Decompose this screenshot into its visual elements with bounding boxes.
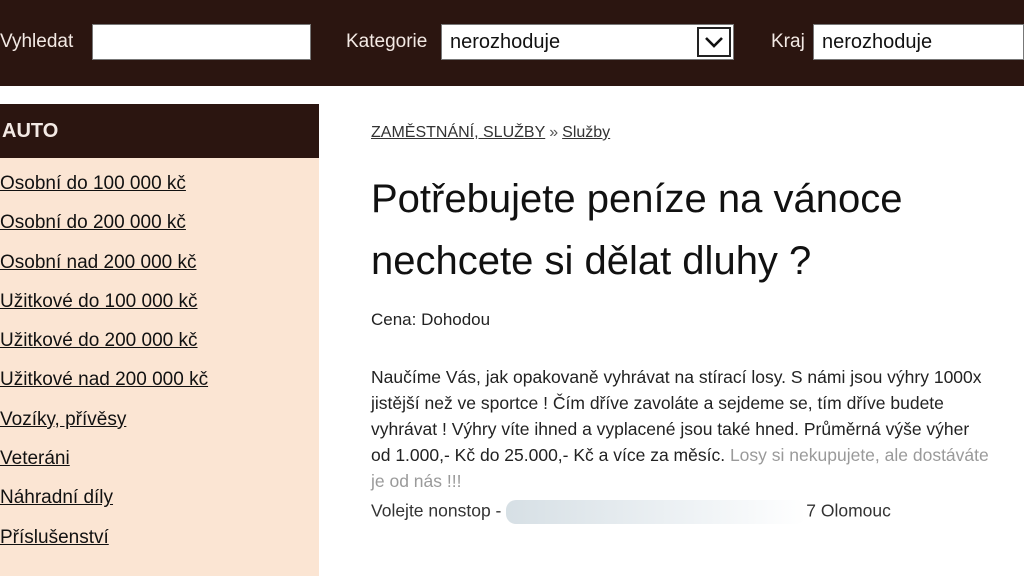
kraj-label: Kraj [771, 31, 805, 52]
kategorie-select[interactable]: nerozhoduje [441, 24, 734, 60]
kategorie-label: Kategorie [346, 31, 428, 52]
vyhledat-label: Vyhledat [0, 31, 74, 52]
sidebar-list: Osobní do 100 000 kč Osobní do 200 000 k… [0, 158, 319, 557]
ad-description: Naučíme Vás, jak opakovaně vyhrávat na s… [371, 364, 991, 494]
breadcrumb-parent-link[interactable]: ZAMĚSTNÁNÍ, SLUŽBY [371, 124, 545, 141]
vyhledat-input[interactable] [92, 24, 311, 60]
sidebar-heading: AUTO [0, 104, 319, 158]
sidebar-item-uzitkove-100[interactable]: Užitkové do 100 000 kč [0, 282, 319, 321]
sidebar-item-nahradni-dily[interactable]: Náhradní díly [0, 478, 319, 517]
sidebar-item-osobni-200[interactable]: Osobní do 200 000 kč [0, 203, 319, 242]
kraj-input[interactable] [813, 24, 1024, 60]
sidebar-item-uzitkove-nad-200[interactable]: Užitkové nad 200 000 kč [0, 360, 319, 399]
sidebar-item-osobni-100[interactable]: Osobní do 100 000 kč [0, 164, 319, 203]
breadcrumb-current-link[interactable]: Služby [562, 124, 610, 141]
ad-title-line2: nechcete si dělat dluhy ? [371, 239, 812, 283]
kategorie-selected-value: nerozhoduje [450, 31, 561, 53]
contact-prefix: Volejte nonstop - [371, 500, 502, 521]
ad-title-line1: Potřebujete peníze na vánoce [371, 177, 903, 221]
sidebar-item-osobni-nad-200[interactable]: Osobní nad 200 000 kč [0, 243, 319, 282]
sidebar-item-prislusenstvi[interactable]: Příslušenství [0, 518, 319, 557]
ad-contact: Volejte nonstop - 7 Olomouc [371, 500, 891, 524]
ad-title: Potřebujete peníze na vánoce nechcete si… [371, 168, 1024, 292]
chevron-down-icon[interactable] [697, 27, 731, 57]
breadcrumb-separator: » [549, 124, 559, 141]
ad-price: Cena: Dohodou [371, 310, 491, 329]
search-bar: Vyhledat Kategorie nerozhoduje Kraj [0, 0, 1024, 86]
breadcrumb: ZAMĚSTNÁNÍ, SLUŽBY» Služby [371, 124, 610, 142]
sidebar-item-voziky[interactable]: Vozíky, přívěsy [0, 400, 319, 439]
contact-suffix: 7 Olomouc [806, 500, 891, 521]
redacted-phone [506, 500, 807, 524]
category-sidebar: AUTO Osobní do 100 000 kč Osobní do 200 … [0, 104, 319, 576]
sidebar-item-veterani[interactable]: Veteráni [0, 439, 319, 478]
sidebar-item-uzitkove-200[interactable]: Užitkové do 200 000 kč [0, 321, 319, 360]
